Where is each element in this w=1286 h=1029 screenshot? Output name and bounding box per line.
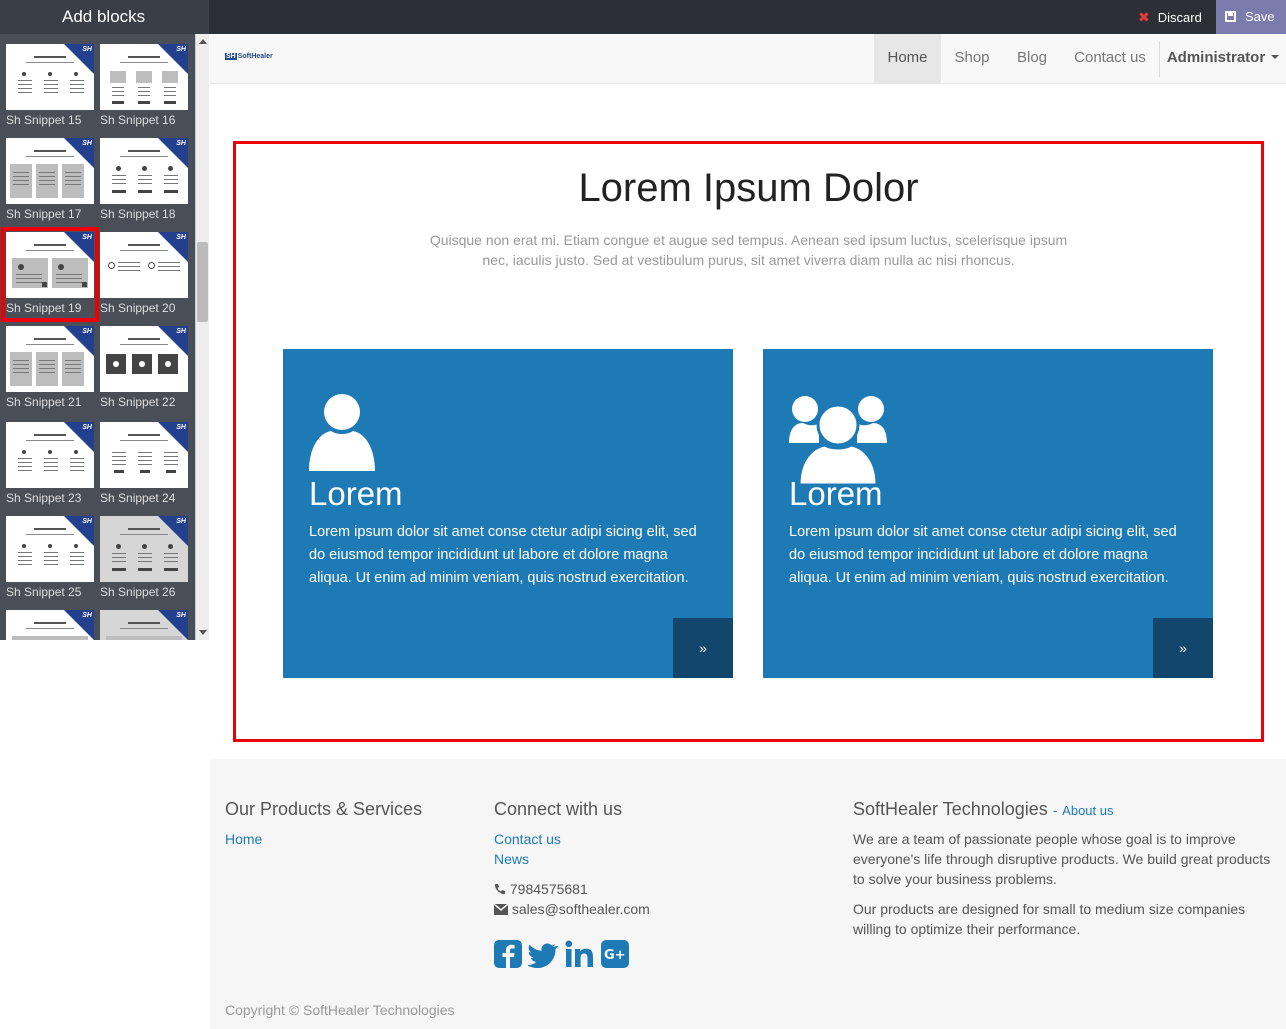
snippet-thumbnail[interactable]: SH Sh Snippet 16 — [100, 44, 188, 134]
about-us-link[interactable]: About us — [1062, 803, 1113, 818]
site-logo[interactable]: SH SoftHealer — [225, 53, 273, 60]
card-more-button[interactable]: » — [1153, 618, 1213, 678]
user-menu[interactable]: Administrator — [1160, 34, 1286, 84]
snippet-thumbnail[interactable]: SH Sh Snippet 15 — [6, 44, 94, 134]
snippet-thumbnail[interactable]: SH Sh Snippet 24 — [100, 422, 188, 512]
scroll-down-arrow-icon[interactable] — [199, 630, 207, 635]
snippet-preview: SH — [100, 610, 188, 640]
snippet-preview: SH — [6, 516, 94, 582]
snippet-label: Sh Snippet 23 — [6, 491, 82, 505]
save-label: Save — [1245, 9, 1275, 24]
footer-about-paragraph: Our products are designed for small to m… — [853, 901, 1246, 937]
snippet-label: Sh Snippet 20 — [100, 301, 176, 315]
snippet-label: Sh Snippet 26 — [100, 585, 176, 599]
card-title: Lorem — [309, 475, 403, 512]
nav-contact-us[interactable]: Contact us — [1061, 34, 1159, 84]
snippet-thumbnail[interactable]: SH — [6, 610, 94, 640]
section-title: Lorem Ipsum Dolor — [578, 166, 919, 210]
card-text: Lorem ipsum dolor sit amet conse ctetur … — [309, 524, 697, 586]
snippet-label: Sh Snippet 21 — [6, 395, 82, 409]
caret-down-icon — [1271, 55, 1280, 59]
card-more-button[interactable]: » — [673, 618, 733, 678]
snippet-preview: SH — [100, 422, 188, 488]
snippet-label: Sh Snippet 16 — [100, 113, 176, 127]
snippet-thumbnail[interactable]: SH Sh Snippet 17 — [6, 138, 94, 228]
snippet-thumbnail[interactable]: SH Sh Snippet 23 — [6, 422, 94, 512]
snippet-label: Sh Snippet 15 — [6, 113, 82, 127]
phone-icon — [494, 884, 505, 895]
save-button[interactable]: Save — [1216, 0, 1286, 34]
card-text: Lorem ipsum dolor sit amet conse ctetur … — [789, 524, 1177, 586]
panel-title: Add blocks — [0, 0, 209, 34]
footer-phone: 7984575681 — [494, 879, 588, 899]
nav-shop[interactable]: Shop — [941, 34, 1003, 84]
snippet-preview: SH — [6, 610, 94, 640]
floppy-disk-icon — [1225, 11, 1236, 22]
feature-card: Lorem Lorem ipsum dolor sit amet conse c… — [283, 349, 733, 678]
snippet-thumbnail[interactable]: SH Sh Snippet 26 — [100, 516, 188, 606]
snippet-preview: SH — [6, 44, 94, 110]
envelope-icon — [493, 903, 509, 915]
footer-link-news[interactable]: News — [494, 851, 529, 867]
snippet-thumbnail[interactable]: SH — [100, 610, 188, 640]
snippet-thumbnail[interactable]: SH Sh Snippet 21 — [6, 326, 94, 416]
site-footer: Our Products & Services Home Connect wit… — [210, 759, 1286, 1029]
website-preview: SH SoftHealer Home Shop Blog Contact us A… — [210, 34, 1286, 1029]
snippet-thumbnail[interactable]: SH Sh Snippet 25 — [6, 516, 94, 606]
user-icon — [309, 393, 375, 478]
footer-email: sales@softhealer.com — [493, 899, 650, 919]
discard-button[interactable]: ✖ Discard — [1126, 0, 1216, 34]
feature-card: Lorem Lorem ipsum dolor sit amet conse c… — [763, 349, 1213, 678]
copyright-text: Copyright © SoftHealer Technologies — [225, 1002, 455, 1018]
snippet-panel-scrollbar[interactable] — [195, 34, 209, 640]
close-icon: ✖ — [1138, 9, 1150, 25]
footer-about-heading: SoftHealer Technologies - About us — [853, 799, 1114, 819]
footer-about-paragraph: We are a team of passionate people whose… — [853, 831, 1271, 887]
snippet-preview: SH — [6, 422, 94, 488]
snippet-thumbnail[interactable]: SH Sh Snippet 18 — [100, 138, 188, 228]
site-navbar: SH SoftHealer Home Shop Blog Contact us A… — [210, 34, 1286, 84]
footer-link-contact-us[interactable]: Contact us — [494, 831, 561, 847]
snippet-thumbnail[interactable]: SH Sh Snippet 22 — [100, 326, 188, 416]
discard-label: Discard — [1157, 10, 1202, 25]
snippet-label: Sh Snippet 18 — [100, 207, 176, 221]
snippet-preview: SH — [6, 326, 94, 392]
snippet-label: Sh Snippet 17 — [6, 207, 82, 221]
snippet-label: Sh Snippet 25 — [6, 585, 82, 599]
snippet-preview: SH — [100, 516, 188, 582]
footer-link-home[interactable]: Home — [225, 831, 262, 847]
snippet-label: Sh Snippet 22 — [100, 395, 176, 409]
snippet-label: Sh Snippet 24 — [100, 491, 176, 505]
footer-connect-heading: Connect with us — [494, 799, 623, 819]
snippet-panel: SH Sh Snippet 15 SH Sh Snippet 16 SH Sh Snipp… — [0, 34, 209, 640]
snippet-preview: SH — [100, 138, 188, 204]
twitter-icon[interactable] — [527, 940, 559, 968]
snippet-preview: SH — [100, 232, 188, 298]
nav-blog[interactable]: Blog — [1003, 34, 1061, 84]
google-plus-icon[interactable]: G+ — [601, 940, 630, 968]
linkedin-icon[interactable] — [565, 940, 595, 968]
footer-products-heading: Our Products & Services — [225, 799, 423, 819]
snippet-preview: SH — [100, 326, 188, 392]
section-subtitle: Quisque non erat mi. Etiam congue et aug… — [429, 232, 1068, 268]
snippet-preview: SH — [100, 44, 188, 110]
nav-home[interactable]: Home — [874, 34, 941, 84]
social-links: G+ — [494, 940, 631, 970]
svg-text:G+: G+ — [604, 948, 626, 963]
editor-topbar: Add blocks ✖ Discard Save — [0, 0, 1286, 34]
scrollbar-thumb[interactable] — [197, 242, 208, 322]
selection-highlight — [1, 227, 99, 322]
snippet-thumbnail[interactable]: SH Sh Snippet 19 — [1, 227, 99, 322]
scroll-up-arrow-icon[interactable] — [199, 39, 207, 44]
selected-snippet-section[interactable]: Lorem Ipsum Dolor Quisque non erat mi. E… — [233, 141, 1264, 742]
snippet-thumbnail[interactable]: SH Sh Snippet 20 — [100, 232, 188, 322]
snippet-preview: SH — [6, 138, 94, 204]
card-title: Lorem — [789, 475, 883, 512]
facebook-icon[interactable] — [494, 940, 522, 968]
